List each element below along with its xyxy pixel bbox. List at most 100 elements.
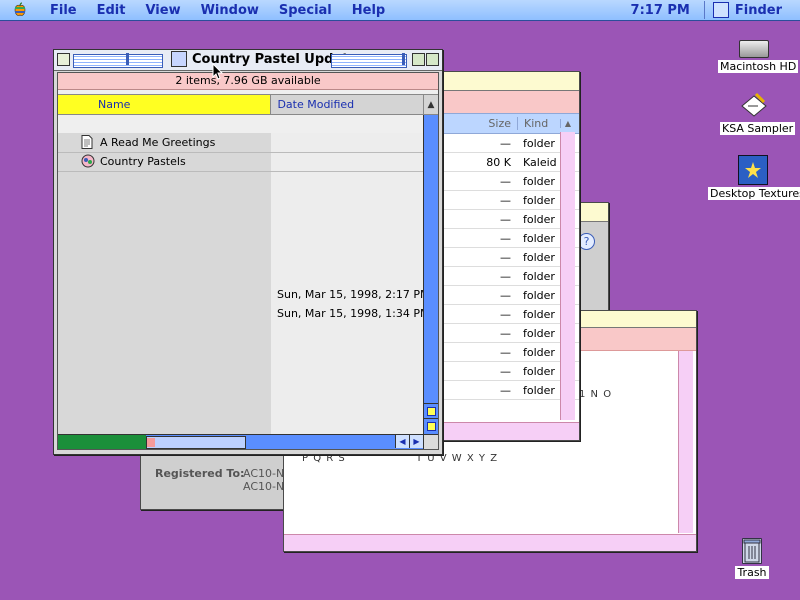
row-kind: folder (523, 307, 555, 321)
table-row[interactable]: — folder (439, 248, 579, 267)
menu-edit[interactable]: Edit (97, 3, 126, 18)
row-size: — (500, 136, 511, 150)
item-date: Sun, Mar 15, 1998, 2:17 PM (277, 288, 423, 301)
table-row[interactable]: — folder (439, 305, 579, 324)
row-size: — (500, 193, 511, 207)
folder-icon[interactable] (171, 51, 187, 67)
collapse-box[interactable] (426, 53, 439, 66)
desktop-icon-label: Trash (735, 566, 769, 579)
table-row[interactable]: — folder (439, 286, 579, 305)
horizontal-scrollbar[interactable] (439, 422, 579, 440)
table-row[interactable]: — folder (439, 191, 579, 210)
close-box[interactable] (57, 53, 70, 66)
table-row[interactable]: — folder (439, 324, 579, 343)
desktop-icon-desktop-textures[interactable]: Desktop Textures (708, 155, 800, 200)
scroll-track-fill (58, 435, 146, 449)
row-kind: folder (523, 212, 555, 226)
registered-to-value: AC10-N AC10-N (243, 467, 284, 493)
registered-line: AC10-N (243, 480, 285, 493)
titlebar-knob (402, 53, 405, 65)
trash-icon (742, 538, 762, 564)
list-window[interactable]: Size Kind ▲ — folder 80 K Kaleid — folder — fol… (438, 71, 580, 441)
text-sample-line: 1 N O (579, 389, 613, 400)
row-size: — (500, 269, 511, 283)
table-row[interactable]: — folder (439, 229, 579, 248)
desktop-icon-label: Macintosh HD (718, 60, 799, 73)
sort-direction-button[interactable]: ▲ (560, 119, 575, 128)
document-icon (81, 135, 93, 149)
table-row[interactable]: — folder (439, 381, 579, 400)
column-kind[interactable]: Kind (517, 117, 560, 130)
scroll-thumb[interactable] (146, 436, 246, 449)
table-row[interactable]: — folder (439, 172, 579, 191)
registered-line: AC10-N (243, 467, 285, 480)
column-date-modified[interactable]: Date Modified (271, 95, 425, 114)
column-size[interactable]: Size (455, 117, 517, 130)
list-item[interactable]: A Read Me Greetings Sun, Mar 15, 1998, 2… (58, 133, 423, 301)
list-window-info (439, 91, 579, 113)
row-size: — (500, 307, 511, 321)
pointer-cursor-icon (212, 62, 226, 81)
row-kind: Kaleid (523, 155, 557, 169)
menu-separator (703, 1, 705, 19)
desktop-icon-ksa-sampler[interactable]: KSA Sampler (720, 92, 796, 135)
hard-drive-icon (739, 40, 769, 58)
registered-to-label: Registered To: (155, 467, 245, 480)
row-size: — (500, 250, 511, 264)
row-kind: folder (523, 326, 555, 340)
row-size: — (500, 212, 511, 226)
menu-file[interactable]: File (50, 3, 77, 18)
horizontal-scrollbar[interactable]: ◀ ▶ (58, 434, 423, 449)
item-date: Sun, Mar 15, 1998, 1:34 PM (277, 307, 423, 320)
list-column-header: Size Kind ▲ (439, 113, 579, 134)
table-row[interactable]: — folder (439, 134, 579, 153)
list-window-titlebar[interactable] (439, 72, 579, 91)
finder-window[interactable]: Country Pastel Update 2 items, 7.96 GB a… (53, 49, 443, 455)
scroll-up-button[interactable] (424, 403, 438, 418)
list-item[interactable]: Country Pastels Sun, Mar 15, 1998, 1:34 … (58, 152, 423, 320)
table-row[interactable]: — folder (439, 362, 579, 381)
application-icon (81, 154, 95, 168)
row-kind: folder (523, 345, 555, 359)
menu-view[interactable]: View (145, 3, 180, 18)
menu-special[interactable]: Special (279, 3, 332, 18)
sort-direction-button[interactable]: ▲ (424, 95, 438, 114)
horizontal-scrollbar[interactable] (284, 534, 696, 551)
row-kind: folder (523, 383, 555, 397)
titlebar-stripes (331, 54, 407, 68)
desktop-icon-macintosh-hd[interactable]: Macintosh HD (718, 40, 799, 73)
finder-icon[interactable] (712, 2, 729, 18)
desktop-icon-trash[interactable]: Trash (734, 538, 770, 579)
help-icon[interactable]: ? (578, 233, 595, 250)
menu-help[interactable]: Help (352, 3, 385, 18)
file-list: A Read Me Greetings Sun, Mar 15, 1998, 2… (58, 133, 423, 435)
scroll-right-button[interactable]: ▶ (409, 435, 423, 448)
zoom-box[interactable] (412, 53, 425, 66)
application-menu[interactable]: Finder (735, 3, 782, 18)
row-kind: folder (523, 250, 555, 264)
menu-window[interactable]: Window (201, 3, 259, 18)
row-kind: folder (523, 193, 555, 207)
table-row[interactable]: — folder (439, 343, 579, 362)
window-content: 2 items, 7.96 GB available Name Date Mod… (57, 72, 439, 450)
table-row[interactable]: — folder (439, 267, 579, 286)
window-titlebar[interactable]: Country Pastel Update (54, 50, 442, 71)
resize-handle[interactable] (423, 434, 438, 449)
vertical-scrollbar[interactable] (423, 115, 438, 435)
row-kind: folder (523, 136, 555, 150)
scroll-left-button[interactable]: ◀ (395, 435, 409, 448)
menu-clock[interactable]: 7:17 PM (631, 3, 690, 18)
scroll-down-button[interactable] (424, 418, 438, 433)
table-row[interactable]: — folder (439, 210, 579, 229)
vertical-scrollbar[interactable] (678, 351, 693, 533)
row-kind: folder (523, 231, 555, 245)
desktop-icon-label: KSA Sampler (720, 122, 796, 135)
table-row[interactable]: 80 K Kaleid (439, 153, 579, 172)
column-name[interactable]: Name (58, 95, 272, 114)
column-date-label: Date Modified (277, 98, 355, 111)
folder-icon (738, 155, 768, 185)
titlebar-knob (126, 53, 129, 65)
vertical-scrollbar[interactable] (560, 132, 575, 420)
apple-menu-icon[interactable] (12, 2, 34, 18)
row-size: — (500, 326, 511, 340)
